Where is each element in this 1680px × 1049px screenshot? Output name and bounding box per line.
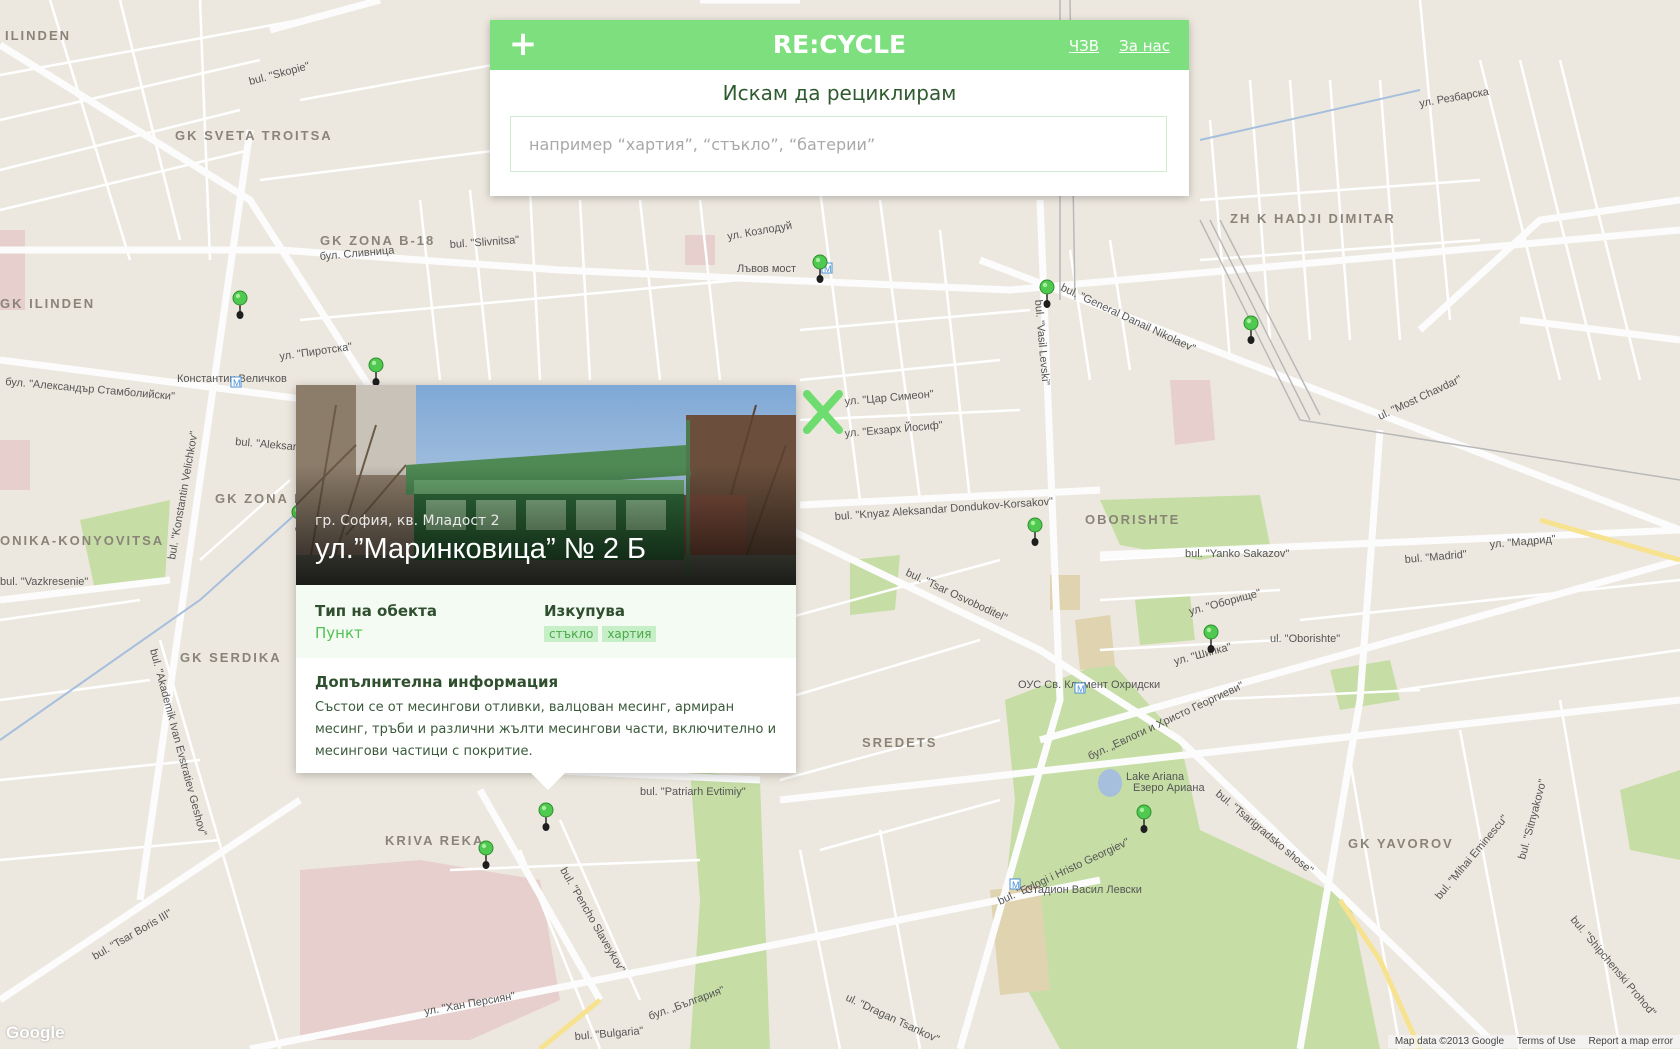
page-title: Искам да рециклирам <box>722 81 957 105</box>
district-label: OBORISHTE <box>1085 512 1180 527</box>
additional-info-title: Допълнителна информация <box>315 673 559 691</box>
address-street: ул.”Маринковица” № 2 Б <box>315 533 647 565</box>
type-value: Пункт <box>315 624 363 642</box>
info-row: Тип на обекта Пункт Изкупува стъкло харти… <box>296 585 796 658</box>
top-nav: ЧЗВ За нас <box>1054 36 1170 55</box>
material-tag[interactable]: хартия <box>602 626 657 642</box>
district-label: ONIKA-KONYOVITSA <box>0 533 164 548</box>
street-label: bul. "Yanko Sakazov" <box>1185 548 1289 560</box>
additional-info: Допълнителна информация Състои се от мес… <box>296 658 796 778</box>
terms-link[interactable]: Terms of Use <box>1517 1036 1576 1047</box>
map-label-university: ОУС Св. Климент Охридски <box>1018 679 1160 691</box>
district-label: GK SVETA TROITSA <box>175 128 333 143</box>
svg-text:M: M <box>1012 880 1020 890</box>
svg-text:M: M <box>1077 684 1085 694</box>
district-label: GK YAVOROV <box>1348 836 1454 851</box>
search-panel: + RE:CYCLE ЧЗВ За нас Искам да рециклира… <box>490 20 1189 196</box>
type-title: Тип на обекта <box>315 602 437 620</box>
additional-info-text: Състои се от месингови отливки, валцован… <box>315 700 777 759</box>
top-bar: + RE:CYCLE ЧЗВ За нас <box>490 20 1189 70</box>
district-label: ZH K HADJI DIMITAR <box>1230 211 1396 226</box>
district-label: ILINDEN <box>5 28 71 43</box>
buys-title: Изкупува <box>544 602 625 620</box>
nav-faq-link[interactable]: ЧЗВ <box>1069 37 1099 55</box>
metro-icon: M <box>1074 682 1086 694</box>
district-label: GK SERDIKA <box>180 650 282 665</box>
search-input[interactable] <box>510 116 1167 172</box>
map-data-credit: Map data ©2013 Google <box>1394 1036 1505 1047</box>
district-label: SREDETS <box>862 735 937 750</box>
report-error-link[interactable]: Report a map error <box>1589 1036 1673 1047</box>
address-district: гр. София, кв. Младост 2 <box>315 513 500 529</box>
map-attribution: Map data ©2013 Google Terms of Use Repor… <box>1387 1035 1680 1048</box>
map-label-lake-bg: Езеро Ариана <box>1133 782 1205 794</box>
close-popup-icon[interactable] <box>803 390 843 434</box>
popup-pointer <box>530 772 566 790</box>
street-label: bul. "Patriarh Evtimiy" <box>640 786 746 798</box>
metro-icon: M <box>1009 878 1021 890</box>
district-label: GK ILINDEN <box>0 296 95 311</box>
buys-column: Изкупува стъкло хартия <box>544 602 660 642</box>
location-photo: гр. София, кв. Младост 2 ул.”Маринковица… <box>296 385 796 585</box>
district-label: KRIVA REKA <box>385 833 484 848</box>
location-popup: гр. София, кв. Младост 2 ул.”Маринковица… <box>296 385 796 773</box>
street-label: ul. "Oborishte" <box>1270 633 1340 645</box>
map-label-bridge: Лъвов мост <box>737 263 796 275</box>
google-logo: Google <box>6 1023 65 1042</box>
material-tag[interactable]: стъкло <box>544 626 599 642</box>
lake <box>1098 769 1122 797</box>
nav-about-link[interactable]: За нас <box>1119 37 1170 55</box>
street-label: bul. "Vazkresenie" <box>0 576 88 588</box>
map-label-stadium: Стадион Васил Левски <box>1025 884 1142 896</box>
metro-icon: M <box>230 376 242 388</box>
svg-text:M: M <box>233 378 241 388</box>
type-column: Тип на обекта Пункт <box>315 602 437 642</box>
